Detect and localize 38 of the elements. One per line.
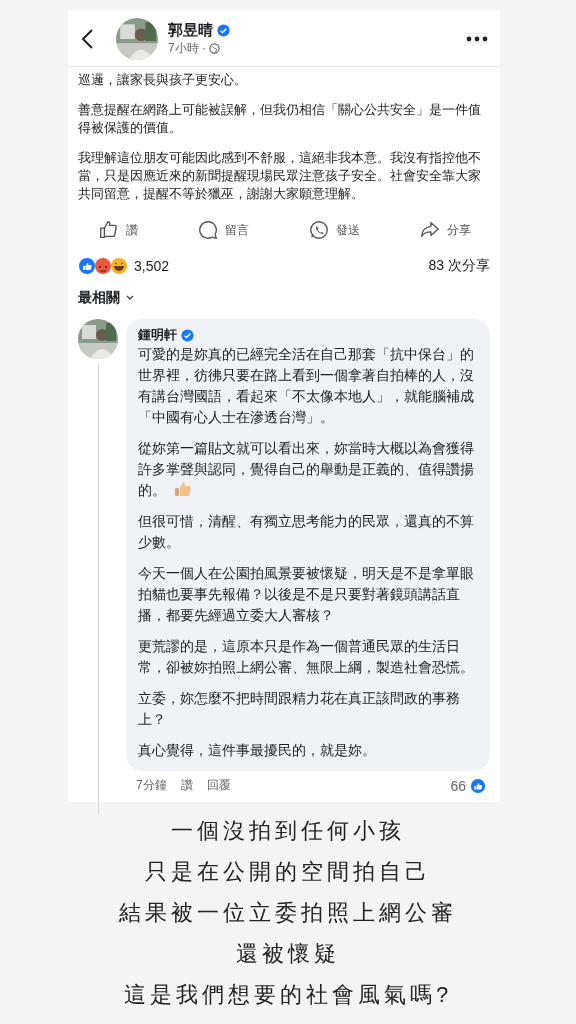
thumbs-up-icon bbox=[97, 219, 120, 241]
comment-paragraph: 真心覺得，這件事最擾民的，就是妳。 bbox=[138, 743, 376, 758]
caption-line: 還被懷疑 bbox=[236, 940, 340, 968]
comment-paragraph: 從妳第一篇貼文就可以看出來，妳當時大概以為會獲得許多掌聲與認同，覺得自己的舉動是正義的、值得讚揚的。 bbox=[138, 441, 474, 498]
post-paragraph: 巡邏，讓家長與孩子更安心。 bbox=[78, 71, 248, 89]
post-paragraph: 善意提醒在網路上可能被誤解，但我仍相信「關心公共安全」是一件值得被保護的價值。 bbox=[78, 101, 482, 137]
author-name[interactable]: 郭昱晴 bbox=[168, 21, 213, 40]
send-button[interactable]: 發送 bbox=[303, 215, 364, 245]
post-paragraph: 我理解這位朋友可能因此感到不舒服，這絕非我本意。我沒有指控他不當，只是因應近來的新聞提醒現場民眾注意孩子安全。社會安全靠大家共同留意，提醒不等於獵巫，謝謝大家願意理解。 bbox=[78, 149, 482, 203]
like-icon bbox=[470, 777, 486, 794]
post-time: 7小時 · bbox=[168, 40, 206, 57]
phone-bubble-icon bbox=[307, 219, 330, 241]
speech-bubble-icon bbox=[196, 219, 219, 241]
comment-button[interactable]: 留言 bbox=[192, 215, 253, 245]
back-icon[interactable] bbox=[80, 28, 96, 50]
globe-icon bbox=[209, 43, 220, 54]
comment-paragraph: 但很可惜，清醒、有獨立思考能力的民眾，還真的不算少數。 bbox=[138, 514, 474, 550]
comment-paragraph: 可愛的是妳真的已經完全活在自己那套「抗中保台」的世界裡，彷彿只要在路上看到一個拿著自拍棒的人，沒有講台灣國語，看起來「不太像本地人」，就能腦補成「中國有心人士在滲透台灣」。 bbox=[138, 347, 474, 425]
caption-line: 一個沒拍到任何小孩 bbox=[171, 817, 405, 845]
share-button[interactable]: 分享 bbox=[414, 215, 475, 245]
more-icon[interactable] bbox=[466, 36, 488, 42]
comment-paragraph: 今天一個人在公園拍風景要被懷疑，明天是不是拿單眼拍貓也要事先報備？以後是不是只要對著鏡頭講話直播，都要先經過立委大人審核？ bbox=[138, 566, 474, 623]
commenter-name[interactable]: 鍾明軒 bbox=[138, 327, 177, 344]
comment-action-link[interactable]: 回覆 bbox=[206, 777, 231, 794]
share-count[interactable]: 83 次分享 bbox=[428, 257, 490, 275]
caption-line: 結果被一位立委拍照上網公審 bbox=[119, 899, 457, 927]
comment-like-count[interactable]: 66 bbox=[450, 777, 466, 794]
comment-action-link[interactable]: 讚 bbox=[180, 777, 193, 794]
caret-icon[interactable] bbox=[126, 295, 134, 301]
reaction-count[interactable]: 3,502 bbox=[134, 258, 429, 274]
sort-menu[interactable]: 最相關 bbox=[78, 289, 120, 307]
comment-paragraph: 更荒謬的是，這原本只是作為一個普通民眾的生活日常，卻被妳拍照上網公審、無限上綱，製造社會恐慌。 bbox=[138, 639, 474, 675]
caption-line: 這是我們想要的社會風氣嗎? bbox=[123, 981, 453, 1009]
comment-time: 7分鐘 bbox=[136, 777, 167, 794]
comment-paragraph: 立委，妳怎麼不把時間跟精力花在真正該問政的事務上？ bbox=[138, 691, 460, 727]
reactions-icon[interactable] bbox=[78, 257, 130, 275]
like-button[interactable]: 讚 bbox=[93, 215, 142, 245]
caption-line: 只是在公開的空間拍自己 bbox=[145, 858, 431, 886]
